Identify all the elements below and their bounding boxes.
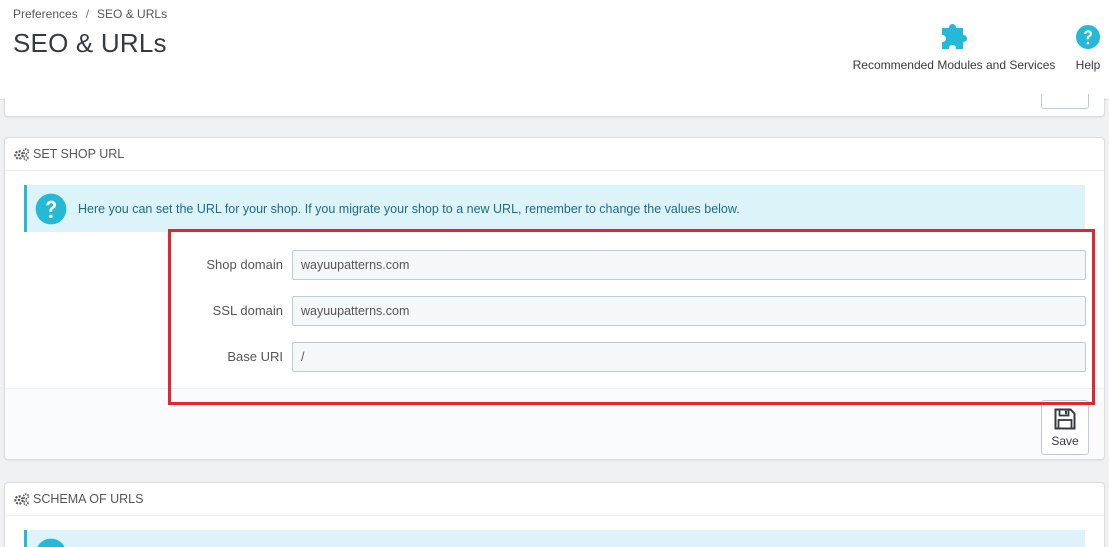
save-button-label: Save xyxy=(1051,434,1079,448)
previous-save-button[interactable] xyxy=(1041,94,1089,109)
breadcrumb-current: SEO & URLs xyxy=(97,7,168,21)
page-title: SEO & URLs xyxy=(13,28,167,58)
shop-domain-label: Shop domain xyxy=(206,257,283,272)
panel-heading-title: SET SHOP URL xyxy=(33,147,125,161)
panel-heading-title: SCHEMA OF URLS xyxy=(33,492,144,506)
base-uri-input[interactable] xyxy=(292,342,1086,372)
save-button[interactable]: Save xyxy=(1041,400,1089,455)
recommended-modules-button[interactable]: Recommended Modules and Services xyxy=(849,24,1059,72)
page-header: Preferences / SEO & URLs SEO & URLs Recomm… xyxy=(0,0,1109,100)
save-icon xyxy=(1054,408,1076,430)
breadcrumb-parent[interactable]: Preferences xyxy=(13,7,78,21)
help-label: Help xyxy=(1075,58,1101,72)
info-alert-text: Here you can set the URL for your shop. … xyxy=(78,201,740,216)
help-button[interactable]: Help xyxy=(1066,24,1109,72)
question-circle-icon xyxy=(35,193,67,224)
info-alert: Here you can set the URL for your shop. … xyxy=(24,185,1085,232)
shop-domain-row: Shop domain xyxy=(5,250,1106,280)
set-shop-url-panel: SET SHOP URL Here you can set the URL fo… xyxy=(4,137,1105,460)
previous-panel-footer xyxy=(4,94,1105,117)
base-uri-row: Base URI xyxy=(5,342,1106,372)
recommended-modules-label: Recommended Modules and Services xyxy=(852,58,1056,72)
breadcrumb: Preferences / SEO & URLs xyxy=(13,7,167,21)
ssl-domain-label: SSL domain xyxy=(212,303,283,318)
ssl-domain-row: SSL domain xyxy=(5,296,1106,326)
cogs-icon xyxy=(14,492,30,506)
breadcrumb-separator: / xyxy=(85,7,90,21)
panel-heading: SCHEMA OF URLS xyxy=(5,483,1104,516)
question-circle-icon xyxy=(37,538,65,547)
question-circle-icon xyxy=(1076,25,1100,49)
panel-heading: SET SHOP URL xyxy=(5,138,1104,171)
panel-footer: Save xyxy=(5,388,1104,459)
cogs-icon xyxy=(14,147,30,161)
base-uri-label: Base URI xyxy=(227,349,283,364)
puzzle-icon xyxy=(942,24,967,49)
schema-of-urls-panel: SCHEMA OF URLS xyxy=(4,482,1105,547)
ssl-domain-input[interactable] xyxy=(292,296,1086,326)
info-alert xyxy=(24,530,1085,547)
shop-domain-input[interactable] xyxy=(292,250,1086,280)
